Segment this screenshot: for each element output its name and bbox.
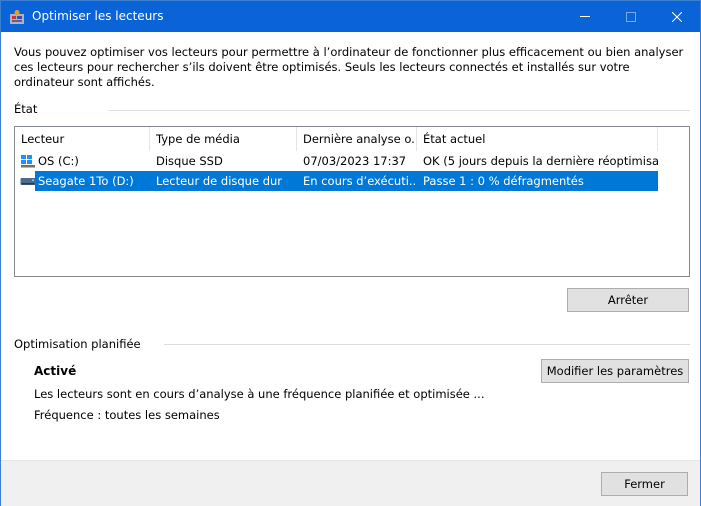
defrag-app-icon bbox=[10, 10, 24, 24]
description-text: Vous pouvez optimiser vos lecteurs pour … bbox=[14, 45, 684, 89]
column-header-drive[interactable]: Lecteur bbox=[15, 127, 150, 151]
drive-current-state: OK (5 jours depuis la dernière réoptimis… bbox=[423, 154, 658, 168]
title-bar[interactable]: Optimiser les lecteurs bbox=[1, 1, 700, 32]
minimize-icon bbox=[580, 16, 590, 17]
status-section-label: État bbox=[14, 102, 38, 116]
scheduled-section-label: Optimisation planifiée bbox=[14, 337, 141, 351]
drive-last-analysis: 07/03/2023 17:37 bbox=[303, 154, 407, 168]
window-title: Optimiser les lecteurs bbox=[32, 9, 164, 23]
stop-button[interactable]: Arrêter bbox=[567, 288, 689, 312]
drive-name: OS (C:) bbox=[38, 154, 79, 168]
modify-settings-button[interactable]: Modifier les paramètres bbox=[541, 359, 689, 383]
column-header-last-analysis[interactable]: Dernière analyse o... bbox=[297, 127, 417, 151]
column-header-current-state[interactable]: État actuel bbox=[417, 127, 658, 151]
drives-list[interactable]: Lecteur Type de média Dernière analyse o… bbox=[14, 126, 690, 277]
dialog-footer: Fermer bbox=[1, 460, 700, 506]
close-window-button[interactable] bbox=[654, 1, 700, 32]
drive-row-c[interactable]: OS (C:) Disque SSD 07/03/2023 17:37 OK (… bbox=[15, 151, 689, 171]
optimize-drives-window: Optimiser les lecteurs Vous pouvez optim… bbox=[0, 0, 701, 506]
status-section-divider bbox=[109, 110, 690, 111]
scheduled-description: Les lecteurs sont en cours d’analyse à u… bbox=[34, 387, 485, 401]
maximize-icon bbox=[626, 11, 636, 22]
column-header-media-type[interactable]: Type de média bbox=[150, 127, 297, 151]
close-icon bbox=[672, 11, 682, 22]
close-button[interactable]: Fermer bbox=[601, 472, 688, 496]
windows-drive-icon bbox=[21, 155, 35, 168]
drive-name: Seagate 1To (D:) bbox=[38, 174, 134, 188]
scheduled-section-divider bbox=[164, 344, 690, 345]
minimize-button[interactable] bbox=[562, 1, 608, 32]
drive-last-analysis: En cours d’exécuti... bbox=[303, 174, 417, 188]
scheduled-frequency: Fréquence : toutes les semaines bbox=[34, 408, 220, 422]
drive-media-type: Lecteur de disque dur bbox=[156, 174, 283, 188]
scheduled-status: Activé bbox=[34, 364, 77, 378]
maximize-button[interactable] bbox=[608, 1, 654, 32]
hard-drive-icon bbox=[20, 178, 36, 185]
drives-list-header: Lecteur Type de média Dernière analyse o… bbox=[15, 127, 689, 151]
drive-row-d[interactable]: Seagate 1To (D:) Lecteur de disque dur E… bbox=[15, 171, 689, 191]
drive-current-state: Passe 1 : 0 % défragmentés bbox=[423, 174, 584, 188]
drive-media-type: Disque SSD bbox=[156, 154, 223, 168]
